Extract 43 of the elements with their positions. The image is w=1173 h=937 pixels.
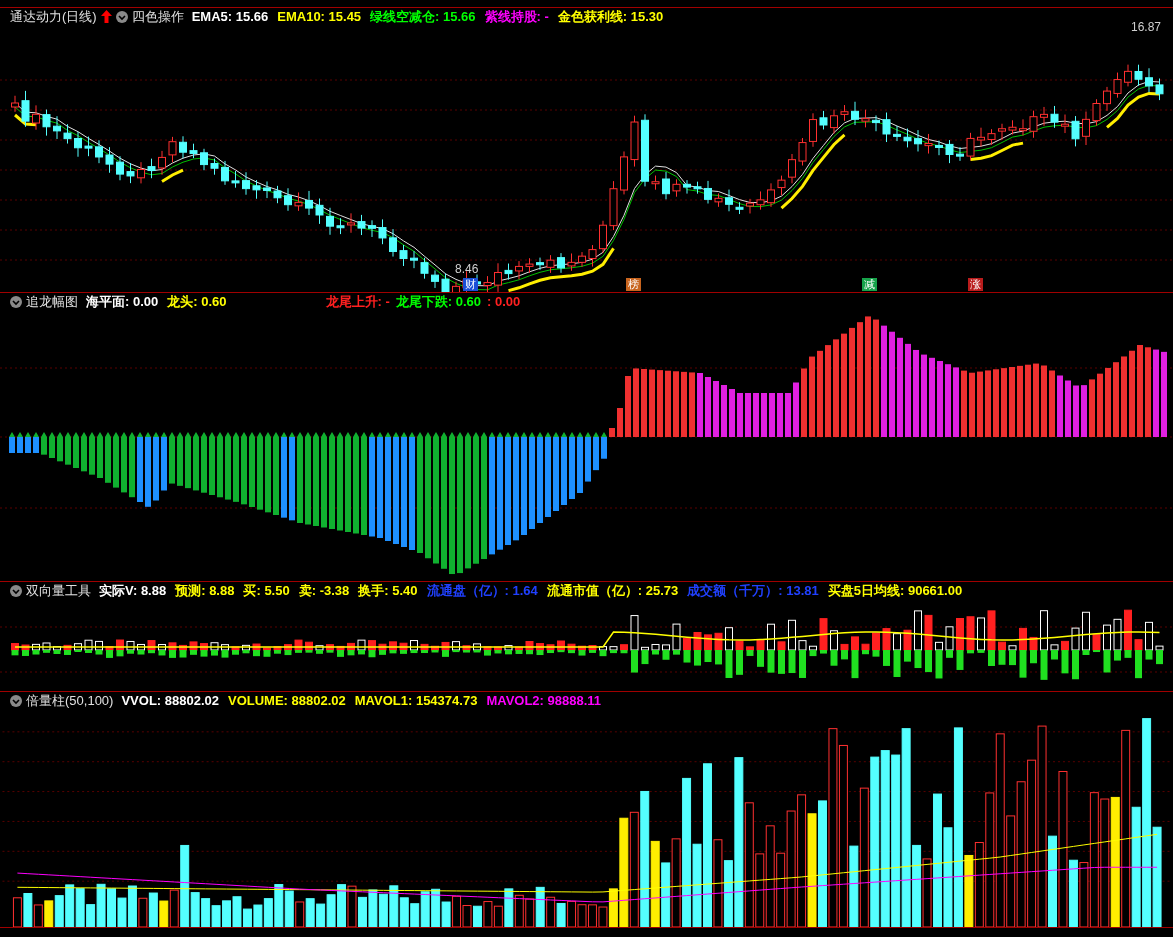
indicator-value: 紫线持股: - [484, 7, 549, 26]
indicator-value: 绿线空减仓: 15.66 [370, 7, 476, 26]
profit-line [14, 113, 37, 127]
indicator-value: 换手: 5.40 [358, 581, 418, 600]
indicator-value: 龙头: 0.60 [167, 292, 227, 311]
signal-marker: 减 [862, 278, 877, 291]
indicator-value: 买盘5日均线: 90661.00 [827, 581, 963, 600]
indicator-value: EMA5: 15.66 [191, 7, 269, 26]
indicator-value: MAVOL1: 154374.73 [354, 691, 478, 710]
indicator-value: : 0.00 [487, 292, 521, 311]
profit-line [970, 141, 1024, 161]
indicator-value: 成交额（千万）: 13.81 [687, 581, 819, 600]
indicator-title: 倍量柱(50,100) [26, 691, 114, 710]
indicator-value: 龙尾下跌: 0.60 [395, 292, 482, 311]
indicator-title: 双向量工具 [26, 581, 91, 600]
signal-marker: 财 [463, 278, 478, 291]
indicator-value: 实际V: 8.88 [99, 581, 167, 600]
indicator-value: 卖: -3.38 [298, 581, 350, 600]
signal-marker: 涨 [968, 278, 983, 291]
price-label: 16.87 [1131, 19, 1162, 36]
indicator-value: VOLUME: 88802.02 [228, 691, 346, 710]
indicator-value: 龙尾上升: - [325, 292, 390, 311]
collapse-icon[interactable] [115, 10, 128, 23]
indicator-value: 买: 5.50 [243, 581, 290, 600]
indicator-value: MAVOL2: 98888.11 [486, 691, 602, 710]
profit-line [161, 168, 184, 183]
indicator-value: 流通市值（亿）: 25.73 [546, 581, 679, 600]
signal-marker: 榜 [626, 278, 641, 291]
indicator-title: 四色操作 [131, 7, 184, 26]
indicator-value: EMA10: 15.45 [277, 7, 362, 26]
collapse-icon[interactable] [10, 295, 22, 308]
profit-line [1106, 91, 1160, 129]
collapse-icon[interactable] [10, 694, 22, 707]
price-label: 8.46 [455, 262, 479, 276]
indicator-title: 追龙幅图 [26, 292, 78, 311]
indicator-value: VVOL: 88802.02 [121, 691, 219, 710]
indicator-value: 海平面: 0.00 [86, 292, 159, 311]
indicator-value: 流通盘（亿）: 1.64 [426, 581, 538, 600]
up-arrow-icon [100, 10, 112, 23]
indicator-value: 预测: 8.88 [175, 581, 235, 600]
indicator-value: 金色获利线: 15.30 [557, 7, 664, 26]
chart-title: 通达动力(日线) [10, 7, 97, 26]
collapse-icon[interactable] [10, 584, 22, 597]
